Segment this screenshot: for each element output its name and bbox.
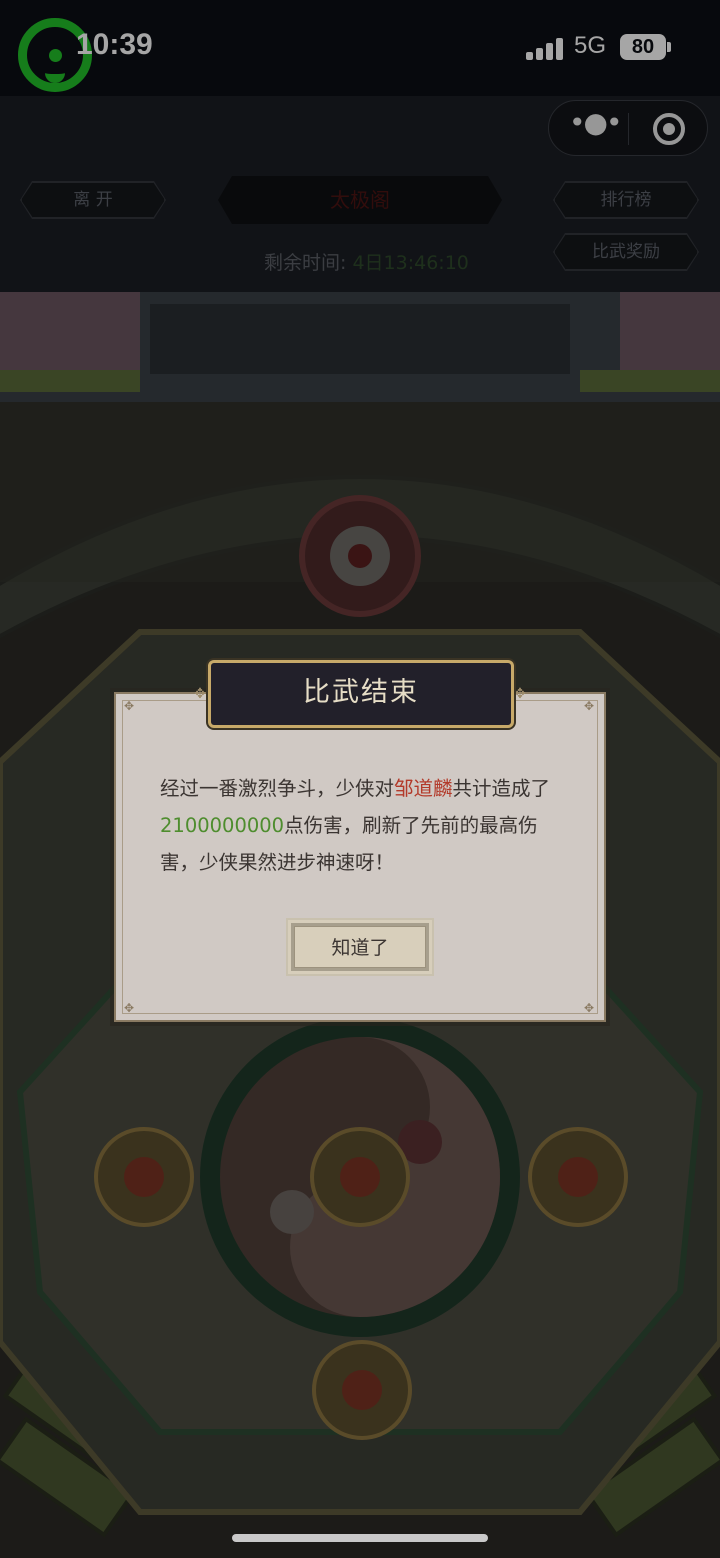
- dialog-message: 经过一番激烈争斗，少侠对邹道麟共计造成了2100000000点伤害，刷新了先前的…: [160, 770, 570, 881]
- corner-ornament-icon: ✥: [584, 1001, 595, 1015]
- title-ornament-icon: ✥: [194, 686, 206, 702]
- corner-ornament-icon: ✥: [124, 1001, 135, 1015]
- corner-ornament-icon: ✥: [124, 699, 135, 713]
- opponent-name: 邹道麟: [394, 777, 453, 800]
- message-part2: 共计造成了: [452, 777, 551, 800]
- title-ornament-icon: ✥: [514, 686, 526, 702]
- dialog-title: 比武结束: [208, 660, 514, 728]
- corner-ornament-icon: ✥: [584, 699, 595, 713]
- damage-value: 2100000000: [160, 814, 285, 837]
- ok-button-label[interactable]: 知道了: [294, 926, 426, 968]
- ok-button[interactable]: 知道了: [286, 918, 434, 976]
- message-part1: 经过一番激烈争斗，少侠对: [160, 777, 395, 800]
- home-indicator[interactable]: [232, 1534, 488, 1542]
